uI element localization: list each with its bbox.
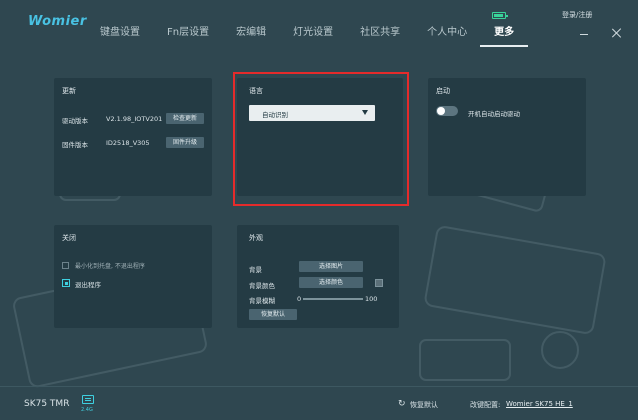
blur-max-label: 100 (365, 295, 378, 303)
tab-fn-layer[interactable]: Fn层设置 (167, 24, 209, 42)
startup-panel: 启动 开机自动启动驱动 (428, 78, 586, 196)
check-update-button[interactable]: 检查更新 (166, 113, 204, 124)
panel-title: 启动 (436, 87, 450, 95)
refresh-icon[interactable]: ↻ (398, 400, 406, 409)
keymap-config-label: 改键配置: (470, 401, 501, 409)
close-panel: 关闭 最小化到托盘, 不退出程序 退出程序 (54, 225, 212, 328)
select-image-button[interactable]: 选择图片 (299, 261, 363, 272)
firmware-version-label: 固件版本 (62, 141, 88, 149)
background-blur-label: 背景模糊 (249, 297, 275, 305)
exit-program-label: 退出程序 (75, 281, 101, 289)
footer-bar: SK75 TMR 2.4G ↻ 恢复默认 改键配置: Womier SK75 H… (0, 386, 638, 420)
device-name[interactable]: SK75 TMR (24, 399, 69, 409)
firmware-version-value: ID2518_V305 (106, 139, 150, 147)
close-icon[interactable] (612, 28, 622, 38)
connection-badge: 2.4G (81, 407, 93, 413)
panel-title: 更新 (62, 87, 76, 95)
auto-start-label: 开机自动启动驱动 (468, 110, 520, 118)
tab-profile[interactable]: 个人中心 (427, 24, 467, 42)
restore-default-button[interactable]: 恢复默认 (410, 400, 438, 410)
appearance-panel: 外观 背景 选择图片 背景颜色 选择颜色 背景模糊 0 100 恢复默认 (237, 225, 399, 328)
main-nav: 键盘设置 Fn层设置 宏编辑 灯光设置 社区共享 个人中心 更多 (100, 24, 541, 47)
update-panel: 更新 驱动版本 V2.1.98_IOTV201 检查更新 固件版本 ID2518… (54, 78, 212, 196)
tab-macro-editor[interactable]: 宏编辑 (236, 24, 266, 42)
select-color-button[interactable]: 选择颜色 (299, 277, 363, 288)
background-color-label: 背景颜色 (249, 282, 275, 290)
keyboard-icon (82, 395, 94, 404)
blur-min-label: 0 (297, 295, 302, 303)
keymap-config-link[interactable]: Womier SK75 HE_1 (506, 400, 573, 408)
color-swatch[interactable] (375, 279, 383, 287)
reset-appearance-button[interactable]: 恢复默认 (249, 309, 297, 320)
firmware-upgrade-button[interactable]: 固件升级 (166, 137, 204, 148)
login-link[interactable]: 登录/注册 (562, 10, 592, 20)
highlight-box (233, 72, 409, 206)
exit-program-radio[interactable] (62, 279, 70, 287)
battery-icon (492, 12, 508, 19)
app-logo: Womier (28, 14, 87, 29)
tab-community[interactable]: 社区共享 (360, 24, 400, 42)
tab-more[interactable]: 更多 (480, 24, 529, 47)
panel-title: 关闭 (62, 234, 76, 242)
minimize-to-tray-label: 最小化到托盘, 不退出程序 (75, 263, 145, 270)
auto-start-toggle[interactable] (436, 106, 458, 116)
blur-slider[interactable] (303, 298, 363, 300)
background-label: 背景 (249, 266, 262, 274)
background-pattern (13, 91, 606, 388)
driver-version-value: V2.1.98_IOTV201 (106, 115, 163, 123)
tab-keyboard-settings[interactable]: 键盘设置 (100, 24, 140, 42)
minimize-icon[interactable] (580, 34, 588, 35)
panel-title: 外观 (249, 234, 263, 242)
driver-version-label: 驱动版本 (62, 117, 88, 125)
minimize-to-tray-checkbox[interactable] (62, 262, 69, 269)
tab-lighting[interactable]: 灯光设置 (293, 24, 333, 42)
app-header: Womier 键盘设置 Fn层设置 宏编辑 灯光设置 社区共享 个人中心 更多 … (0, 0, 638, 48)
